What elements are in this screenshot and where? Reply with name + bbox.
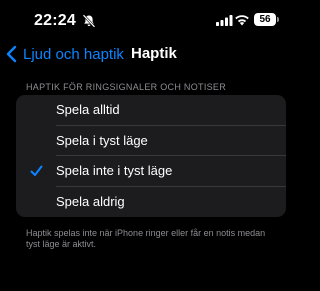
- status-bar: 22:24 56: [0, 0, 300, 40]
- option-row-spela-alltid[interactable]: Spela alltid: [16, 95, 286, 126]
- option-label: Spela alltid: [56, 102, 120, 117]
- wifi-icon: [235, 15, 249, 26]
- option-row-spela-inte-i-tyst-lage[interactable]: Spela inte i tyst läge: [16, 156, 286, 187]
- bell-slash-icon: [82, 14, 96, 28]
- section-header: HAPTIK FÖR RINGSIGNALER OCH NOTISER: [26, 82, 227, 92]
- checkmark-icon: [30, 165, 43, 176]
- section-footer-note: Haptik spelas inte när iPhone ringer ell…: [26, 228, 266, 249]
- status-time: 22:24: [34, 12, 76, 29]
- back-button-label: Ljud och haptik: [23, 45, 124, 63]
- option-label: Spela inte i tyst läge: [56, 163, 173, 178]
- option-row-spela-aldrig[interactable]: Spela aldrig: [16, 187, 286, 218]
- option-row-spela-i-tyst-lage[interactable]: Spela i tyst läge: [16, 126, 286, 156]
- cellular-signal-icon: [216, 15, 233, 26]
- battery-nub: [277, 17, 279, 22]
- option-label: Spela i tyst läge: [56, 132, 148, 148]
- option-label: Spela aldrig: [56, 193, 125, 209]
- page-title: Haptik: [131, 45, 177, 62]
- back-button[interactable]: Ljud och haptik: [6, 43, 124, 65]
- battery-icon: 56: [254, 13, 276, 26]
- chevron-left-icon: [6, 45, 17, 63]
- options-group: Spela alltid Spela i tyst läge Spela int…: [16, 95, 286, 217]
